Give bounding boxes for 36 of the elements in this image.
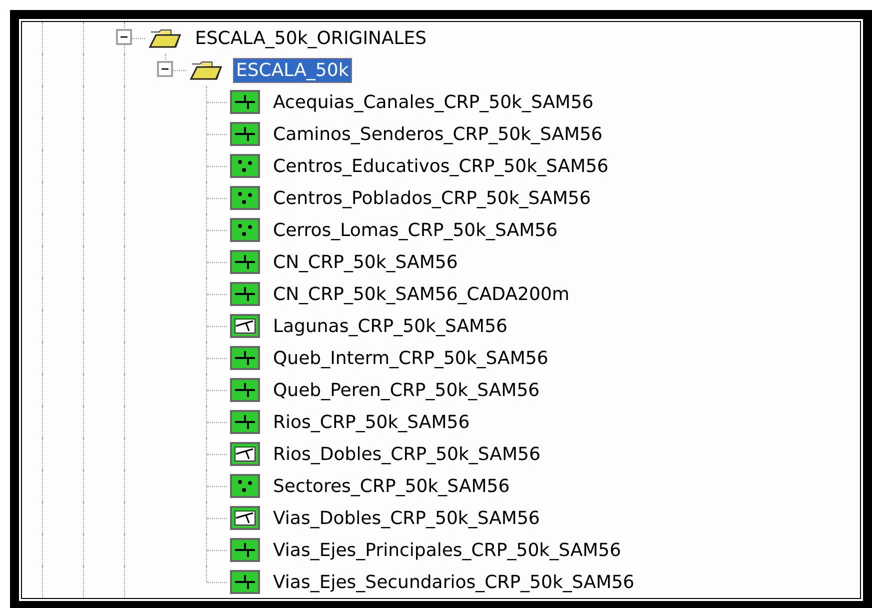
- tree-item[interactable]: Rios_Dobles_CRP_50k_SAM56: [270, 442, 544, 466]
- tree-item[interactable]: Lagunas_CRP_50k_SAM56: [270, 314, 510, 338]
- tree-item[interactable]: Caminos_Senderos_CRP_50k_SAM56: [270, 122, 606, 146]
- line-layer-icon: [230, 570, 260, 594]
- tree-item[interactable]: Queb_Peren_CRP_50k_SAM56: [270, 378, 543, 402]
- collapse-icon[interactable]: [157, 61, 173, 77]
- tree-item[interactable]: ESCALA_50k: [233, 58, 352, 82]
- line-layer-icon: [230, 410, 260, 434]
- line-layer-icon: [230, 90, 260, 114]
- line-layer-icon: [230, 346, 260, 370]
- line-layer-icon: [230, 378, 260, 402]
- tree-item[interactable]: Vias_Ejes_Secundarios_CRP_50k_SAM56: [270, 570, 638, 594]
- tree-item[interactable]: Cerros_Lomas_CRP_50k_SAM56: [270, 218, 561, 242]
- point-layer-icon: [230, 186, 260, 210]
- polygon-layer-icon: [230, 314, 260, 338]
- tree-item[interactable]: ESCALA_50k_ORIGINALES: [192, 26, 430, 50]
- point-layer-icon: [230, 218, 260, 242]
- tree-item[interactable]: Sectores_CRP_50k_SAM56: [270, 474, 513, 498]
- tree-item[interactable]: CN_CRP_50k_SAM56: [270, 250, 461, 274]
- line-layer-icon: [230, 250, 260, 274]
- tree-item[interactable]: CN_CRP_50k_SAM56_CADA200m: [270, 282, 572, 306]
- line-layer-icon: [230, 282, 260, 306]
- tree-item[interactable]: Vias_Dobles_CRP_50k_SAM56: [270, 506, 543, 530]
- line-layer-icon: [230, 122, 260, 146]
- polygon-layer-icon: [230, 506, 260, 530]
- polygon-layer-icon: [230, 442, 260, 466]
- tree-item[interactable]: Rios_CRP_50k_SAM56: [270, 410, 473, 434]
- tree-item[interactable]: Vias_Ejes_Principales_CRP_50k_SAM56: [270, 538, 624, 562]
- line-layer-icon: [230, 538, 260, 562]
- tree-item[interactable]: Centros_Poblados_CRP_50k_SAM56: [270, 186, 594, 210]
- tree-item[interactable]: Acequias_Canales_CRP_50k_SAM56: [270, 90, 596, 114]
- point-layer-icon: [230, 474, 260, 498]
- point-layer-icon: [230, 154, 260, 178]
- tree-item[interactable]: Centros_Educativos_CRP_50k_SAM56: [270, 154, 612, 178]
- collapse-icon[interactable]: [116, 29, 132, 45]
- tree-item[interactable]: Queb_Interm_CRP_50k_SAM56: [270, 346, 552, 370]
